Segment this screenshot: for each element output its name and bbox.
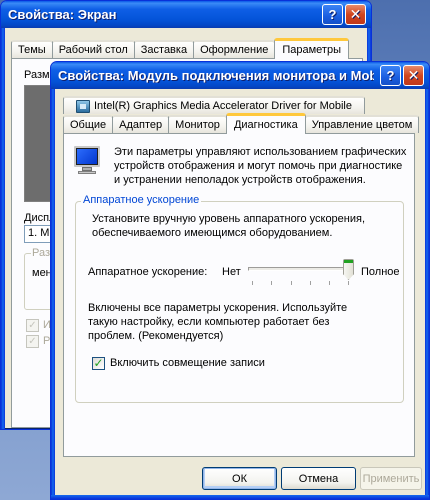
properties-tabs: Общие Адаптер Монитор Диагностика Управл… (63, 113, 420, 134)
tab-intel-graphics[interactable]: Intel(R) Graphics Media Accelerator Driv… (63, 96, 365, 114)
monitor-adapter-properties-window: Свойства: Модуль подключения монитора и … (50, 61, 430, 500)
monitor-adapter-titlebar[interactable]: Свойства: Модуль подключения монитора и … (51, 62, 429, 89)
acceleration-min-label: Нет (222, 266, 241, 278)
acceleration-max-label: Полное (361, 266, 400, 278)
driver-tab-row: Intel(R) Graphics Media Accelerator Driv… (63, 96, 365, 114)
tab-settings[interactable]: Параметры (274, 38, 349, 59)
ok-button[interactable]: ОК (202, 467, 277, 490)
monitor-adapter-title: Свойства: Модуль подключения монитора и … (58, 68, 374, 83)
troubleshoot-description: Эти параметры управляют использованием г… (114, 146, 407, 186)
display-properties-title: Свойства: Экран (8, 7, 117, 22)
tab-appearance[interactable]: Оформление (193, 40, 276, 58)
display-properties-tabs: Темы Рабочий стол Заставка Оформление Па… (11, 38, 349, 59)
use-as-primary-checkbox[interactable]: ✓ (26, 319, 39, 332)
tab-desktop[interactable]: Рабочий стол (51, 40, 135, 58)
troubleshoot-tab-panel: Эти параметры управляют использованием г… (63, 133, 415, 457)
extend-desktop-checkbox[interactable]: ✓ (26, 335, 39, 348)
tab-monitor[interactable]: Монитор (168, 115, 227, 133)
acceleration-instruction: Установите вручную уровень аппаратного у… (92, 213, 366, 239)
hardware-acceleration-legend: Аппаратное ускорение (81, 194, 202, 206)
acceleration-slider-track (248, 267, 354, 271)
cancel-button[interactable]: Отмена (281, 467, 356, 490)
acceleration-slider-thumb[interactable] (343, 259, 354, 280)
tab-themes[interactable]: Темы (11, 40, 53, 58)
tab-general[interactable]: Общие (63, 115, 114, 133)
close-button[interactable]: ✕ (403, 65, 424, 86)
help-button[interactable]: ? (322, 4, 343, 25)
monitor-icon (74, 146, 102, 176)
write-combining-checkbox[interactable]: ✓ (92, 357, 105, 370)
close-button[interactable]: ✕ (345, 4, 366, 25)
acceleration-slider[interactable] (248, 259, 354, 289)
write-combining-label: Включить совмещение записи (110, 356, 265, 370)
tab-adapter[interactable]: Адаптер (112, 115, 170, 133)
tab-intel-graphics-label: Intel(R) Graphics Media Accelerator Driv… (94, 100, 352, 112)
tab-troubleshoot[interactable]: Диагностика (225, 113, 306, 134)
acceleration-slider-label: Аппаратное ускорение: (88, 266, 208, 278)
write-combining-label-text: Включить совмещение записи (110, 357, 265, 369)
display-properties-titlebar[interactable]: Свойства: Экран ? ✕ (1, 1, 371, 28)
apply-button[interactable]: Применить (360, 467, 422, 490)
acceleration-status-text: Включены все параметры ускорения. Исполь… (88, 302, 348, 342)
help-button[interactable]: ? (380, 65, 401, 86)
tab-color-management[interactable]: Управление цветом (304, 115, 420, 133)
tab-screensaver[interactable]: Заставка (133, 40, 195, 58)
intel-graphics-icon (76, 99, 90, 113)
